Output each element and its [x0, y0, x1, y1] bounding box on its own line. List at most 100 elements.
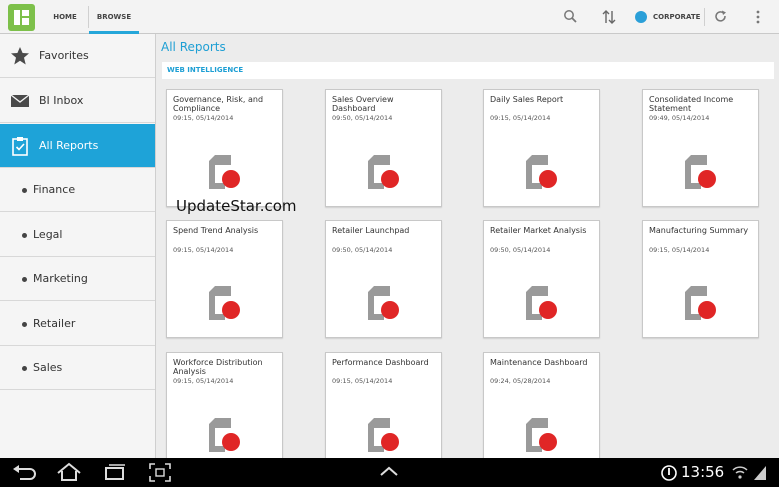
app-logo-icon[interactable]	[8, 4, 35, 31]
report-document-icon	[209, 155, 240, 189]
tab-browse-label: BROWSE	[96, 13, 132, 21]
corporate-button[interactable]: CORPORATE	[633, 0, 703, 34]
report-document-icon	[209, 418, 240, 452]
tab-home-label: HOME	[53, 13, 77, 21]
watermark: UpdateStar.com	[176, 197, 297, 215]
section-header: WEB INTELLIGENCE	[162, 62, 774, 79]
sidebar-item-label: Favorites	[39, 49, 89, 62]
back-icon	[13, 465, 36, 480]
sidebar-item-bi-inbox[interactable]: BI Inbox	[0, 79, 155, 123]
bullet-icon	[22, 233, 27, 238]
sidebar-item-favorites[interactable]: Favorites	[0, 34, 155, 78]
report-card[interactable]: Retailer Launchpad 09:50, 05/14/2014	[325, 220, 442, 338]
screenshot-icon	[149, 463, 171, 482]
report-card[interactable]: Performance Dashboard 09:15, 05/14/2014	[325, 352, 442, 458]
sync-status	[660, 458, 678, 487]
bullet-icon	[22, 277, 27, 282]
sidebar-item-all-reports[interactable]: All Reports	[0, 124, 155, 168]
report-date: 09:50, 05/14/2014	[490, 246, 551, 254]
bullet-icon	[22, 188, 27, 193]
report-date: 09:24, 05/28/2014	[490, 377, 551, 385]
report-title: Daily Sales Report	[490, 95, 564, 104]
star-icon	[11, 47, 29, 65]
system-navigation-bar: 13:56	[0, 458, 779, 487]
report-card[interactable]: Consolidated Income Statement 09:49, 05/…	[642, 89, 759, 207]
report-card[interactable]: Retailer Market Analysis 09:50, 05/14/20…	[483, 220, 600, 338]
back-button[interactable]	[10, 458, 38, 487]
sidebar-item-marketing[interactable]: Marketing	[0, 257, 155, 301]
report-card[interactable]: Workforce Distribution Analysis 09:15, 0…	[166, 352, 283, 458]
report-document-icon	[526, 155, 557, 189]
report-title: Governance, Risk, and Compliance	[173, 95, 264, 113]
chevron-up-icon	[380, 466, 398, 476]
report-title: Retailer Launchpad	[332, 226, 410, 235]
main-content: All Reports WEB INTELLIGENCE Governance,…	[157, 34, 779, 458]
battery-icon	[754, 466, 766, 480]
report-card[interactable]: Daily Sales Report 09:15, 05/14/2014	[483, 89, 600, 207]
report-title: Sales Overview Dashboard	[332, 95, 394, 113]
report-date: 09:15, 05/14/2014	[173, 114, 234, 122]
bullet-icon	[22, 322, 27, 327]
sidebar-item-label: BI Inbox	[39, 94, 84, 107]
sidebar-item-finance[interactable]: Finance	[0, 168, 155, 212]
sidebar-item-label: Sales	[33, 361, 63, 374]
report-card[interactable]: Spend Trend Analysis 09:15, 05/14/2014	[166, 220, 283, 338]
sidebar-item-label: Marketing	[33, 272, 88, 285]
report-date: 09:15, 05/14/2014	[490, 114, 551, 122]
report-title: Spend Trend Analysis	[173, 226, 259, 235]
more-vert-icon	[756, 10, 760, 24]
sidebar: Favorites BI Inbox All Reports Finance L…	[0, 34, 156, 458]
tab-home[interactable]: HOME	[44, 0, 86, 34]
report-document-icon	[368, 155, 399, 189]
search-button[interactable]	[562, 0, 580, 34]
sort-icon	[602, 10, 616, 24]
home-button[interactable]	[55, 458, 83, 487]
report-title: Consolidated Income Statement	[649, 95, 734, 113]
sort-button[interactable]	[601, 0, 617, 34]
report-date: 09:49, 05/14/2014	[649, 114, 710, 122]
wifi-status	[732, 458, 748, 487]
wifi-icon	[732, 466, 748, 479]
bullet-icon	[22, 366, 27, 371]
report-document-icon	[685, 286, 716, 320]
recent-apps-icon	[105, 464, 125, 480]
overflow-menu-button[interactable]	[753, 0, 763, 34]
section-header-label: WEB INTELLIGENCE	[167, 66, 244, 74]
report-card[interactable]: Maintenance Dashboard 09:24, 05/28/2014	[483, 352, 600, 458]
sidebar-item-sales[interactable]: Sales	[0, 346, 155, 390]
corporate-icon	[635, 11, 647, 23]
recent-apps-button[interactable]	[102, 458, 128, 487]
report-date: 09:15, 05/14/2014	[332, 377, 393, 385]
report-title: Performance Dashboard	[332, 358, 429, 367]
sidebar-item-label: Retailer	[33, 317, 76, 330]
report-card[interactable]: Sales Overview Dashboard 09:50, 05/14/20…	[325, 89, 442, 207]
report-date: 09:50, 05/14/2014	[332, 114, 393, 122]
search-icon	[564, 10, 577, 23]
report-document-icon	[368, 286, 399, 320]
report-date: 09:15, 05/14/2014	[649, 246, 710, 254]
corporate-label: CORPORATE	[653, 13, 701, 21]
sidebar-item-legal[interactable]: Legal	[0, 213, 155, 257]
expand-up-button[interactable]	[377, 458, 401, 487]
report-title: Manufacturing Summary	[649, 226, 749, 235]
report-document-icon	[526, 286, 557, 320]
report-document-icon	[209, 286, 240, 320]
sidebar-item-retailer[interactable]: Retailer	[0, 302, 155, 346]
report-document-icon	[526, 418, 557, 452]
envelope-icon	[10, 94, 30, 107]
report-date: 09:15, 05/14/2014	[173, 377, 234, 385]
sync-icon	[661, 465, 677, 481]
status-clock: 13:56	[681, 463, 725, 481]
screenshot-button[interactable]	[147, 458, 173, 487]
report-card[interactable]: Governance, Risk, and Compliance 09:15, …	[166, 89, 283, 207]
report-card[interactable]: Manufacturing Summary 09:15, 05/14/2014	[642, 220, 759, 338]
refresh-icon	[715, 10, 726, 22]
refresh-button[interactable]	[712, 0, 730, 34]
tab-browse[interactable]: BROWSE	[89, 0, 139, 34]
sidebar-item-label: All Reports	[39, 139, 99, 152]
clipboard-icon	[12, 137, 28, 156]
report-title: Maintenance Dashboard	[490, 358, 588, 367]
home-icon	[57, 462, 81, 481]
action-bar: HOME BROWSE CORPORATE	[0, 0, 779, 34]
action-divider	[704, 8, 705, 26]
